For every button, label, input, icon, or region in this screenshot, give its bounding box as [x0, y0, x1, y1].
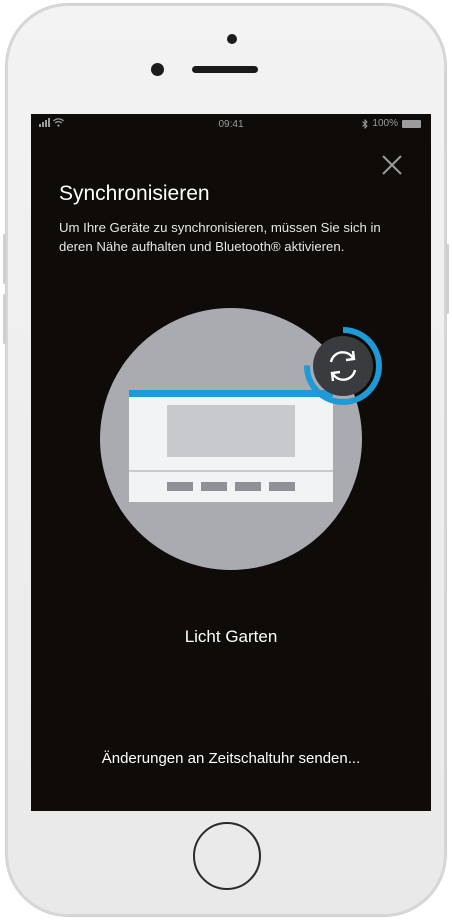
- proximity-sensor: [227, 34, 237, 44]
- timer-device-button: [269, 482, 295, 491]
- home-button[interactable]: [193, 822, 261, 890]
- timer-device-button: [167, 482, 193, 491]
- page-title: Synchronisieren: [59, 182, 210, 205]
- app-screen: 09:41 100% Synchronisieren Um Ihre Gerät…: [31, 114, 431, 811]
- bluetooth-icon: [362, 118, 369, 129]
- timer-device-display: [167, 405, 295, 457]
- power-button: [446, 244, 449, 314]
- volume-button: [3, 294, 6, 344]
- status-bar: 09:41 100%: [31, 114, 431, 136]
- sync-status-message: Änderungen an Zeitschaltuhr senden...: [101, 750, 361, 767]
- status-right: 100%: [362, 118, 421, 129]
- battery-percentage: 100%: [372, 118, 398, 129]
- earpiece-speaker: [192, 66, 258, 73]
- battery-icon: [402, 119, 421, 128]
- timer-device-topbar: [129, 390, 333, 397]
- front-camera: [151, 63, 164, 76]
- sync-icon: [304, 327, 382, 405]
- device-sync-illustration: [100, 308, 382, 570]
- volume-button: [3, 234, 6, 284]
- close-icon[interactable]: [379, 152, 405, 178]
- sync-description: Um Ihre Geräte zu synchronisieren, müsse…: [59, 220, 381, 254]
- timer-device-button: [201, 482, 227, 491]
- device-name: Licht Garten: [184, 627, 278, 646]
- timer-device-button: [235, 482, 261, 491]
